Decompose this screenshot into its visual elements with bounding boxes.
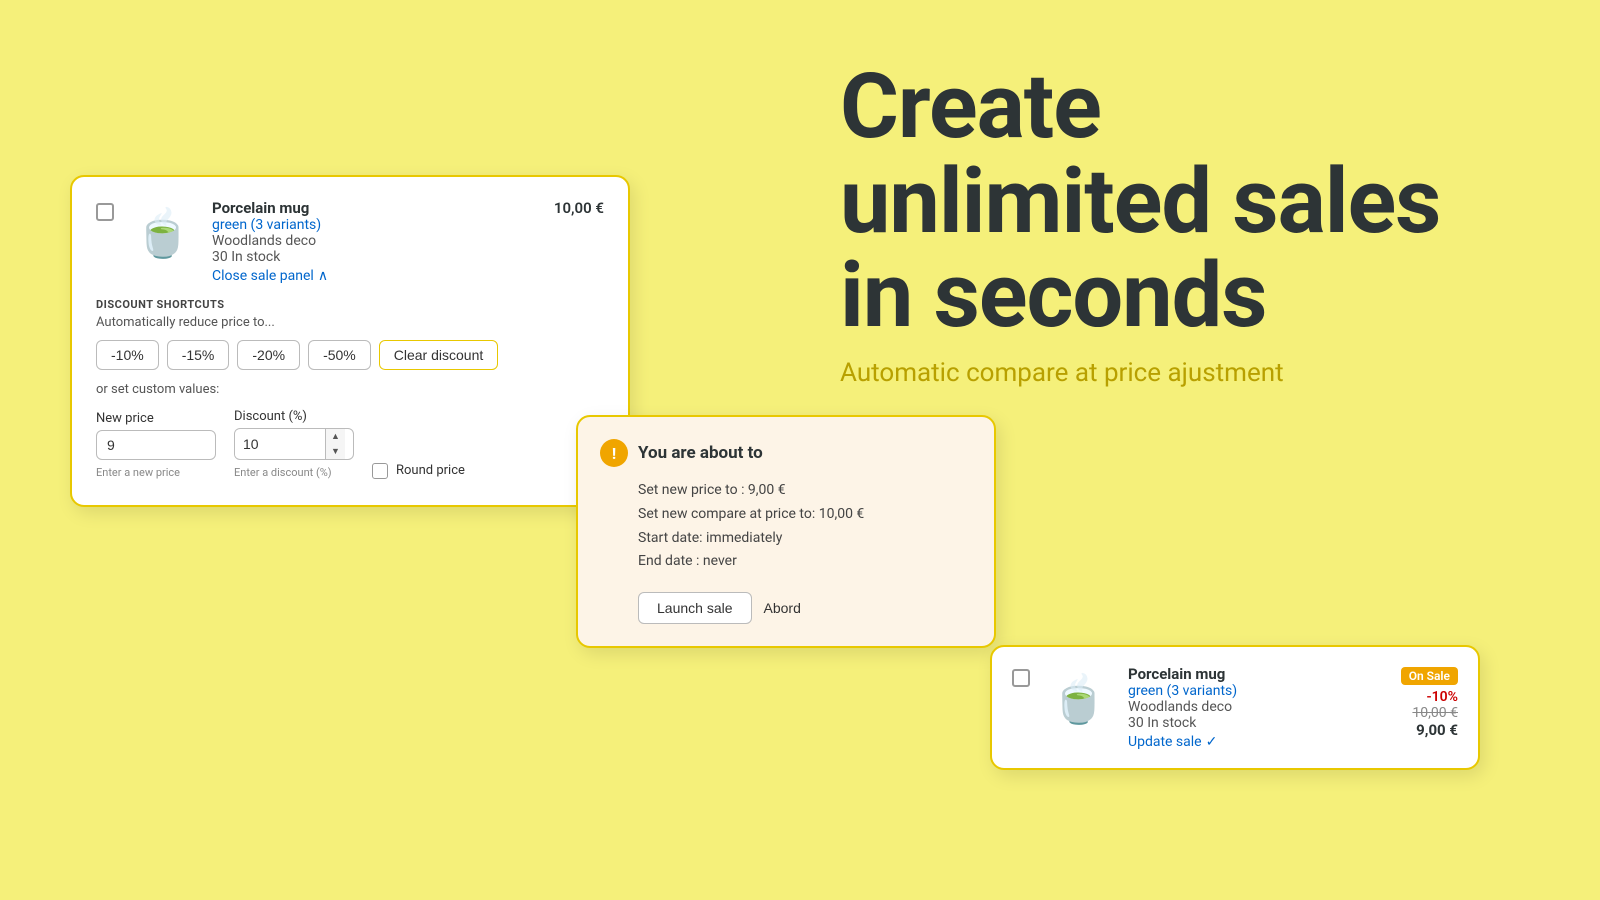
main-product-card: 🍵 Porcelain mug green (3 variants) Woodl… [70,175,630,507]
update-sale-link[interactable]: Update sale ✓ [1128,734,1217,750]
confirmation-card: ! You are about to Set new price to : 9,… [576,415,996,648]
discount-shortcuts-label: DISCOUNT SHORTCUTS [96,298,604,311]
onsale-collection: Woodlands deco [1128,699,1387,715]
close-sale-panel-link[interactable]: Close sale panel ∧ [212,268,328,284]
headline-line2: unlimited sales [840,149,1440,254]
round-price-row: Round price [372,463,465,479]
product-row: 🍵 Porcelain mug green (3 variants) Woodl… [96,199,604,284]
spinner-buttons: ▲ ▼ [325,429,345,459]
round-price-label: Round price [396,463,465,478]
headline-line1: Create [840,54,1101,159]
discount-pct-spinner: ▲ ▼ [234,428,354,460]
onsale-info: Porcelain mug green (3 variants) Woodlan… [1128,665,1387,750]
onsale-product-name: Porcelain mug [1128,665,1387,683]
onsale-row: 🍵 Porcelain mug green (3 variants) Woodl… [1012,665,1458,750]
discount-hint: Enter a discount (%) [234,466,354,479]
confirm-detail-3: Start date: immediately [638,527,968,551]
product-stock: 30 In stock [212,249,540,265]
new-price-input[interactable] [96,430,216,460]
discount-buttons-group: -10% -15% -20% -50% Clear discount [96,340,604,370]
confirm-warning-icon: ! [600,439,628,467]
headline-section: Create unlimited sales in seconds Automa… [840,60,1540,388]
onsale-product-image: 🍵 [1044,665,1114,735]
product-name: Porcelain mug [212,199,540,217]
confirm-detail-4: End date : never [638,550,968,574]
onsale-discount-pct: -10% [1401,689,1458,705]
discount-pct-input[interactable] [235,430,325,458]
spinner-up[interactable]: ▲ [326,429,345,444]
on-sale-badge: On Sale [1401,667,1458,685]
or-custom-text: or set custom values: [96,382,604,397]
onsale-old-price: 10,00 € [1401,705,1458,721]
discount-btn-50[interactable]: -50% [308,340,371,370]
abort-button[interactable]: Abord [764,592,801,624]
headline-title: Create unlimited sales in seconds [840,60,1540,344]
discount-pct-label: Discount (%) [234,409,354,424]
discount-btn-15[interactable]: -15% [167,340,230,370]
confirm-header: ! You are about to [600,439,968,467]
headline-subtitle: Automatic compare at price ajustment [840,358,1540,388]
product-checkbox[interactable] [96,203,114,221]
onsale-card: 🍵 Porcelain mug green (3 variants) Woodl… [990,645,1480,770]
confirm-detail-2: Set new compare at price to: 10,00 € [638,503,968,527]
onsale-pricing: On Sale -10% 10,00 € 9,00 € [1401,665,1458,739]
confirm-actions: Launch sale Abord [600,592,968,624]
onsale-variants[interactable]: green (3 variants) [1128,683,1387,699]
product-info: Porcelain mug green (3 variants) Woodlan… [212,199,540,284]
product-collection: Woodlands deco [212,233,540,249]
product-image: 🍵 [128,199,198,269]
new-price-hint: Enter a new price [96,466,216,479]
new-price-field-group: New price Enter a new price [96,411,216,479]
product-price: 10,00 € [554,199,604,217]
custom-fields-row: New price Enter a new price Discount (%)… [96,409,604,479]
product-variants[interactable]: green (3 variants) [212,217,540,233]
clear-discount-button[interactable]: Clear discount [379,340,499,370]
onsale-stock: 30 In stock [1128,715,1387,731]
confirm-title: You are about to [638,443,763,463]
headline-line3: in seconds [840,243,1267,348]
spinner-down[interactable]: ▼ [326,444,345,459]
round-price-checkbox[interactable] [372,463,388,479]
launch-sale-button[interactable]: Launch sale [638,592,752,624]
discount-btn-20[interactable]: -20% [237,340,300,370]
onsale-new-price: 9,00 € [1401,721,1458,739]
confirm-details: Set new price to : 9,00 € Set new compar… [600,479,968,574]
onsale-checkbox[interactable] [1012,669,1030,687]
confirm-detail-1: Set new price to : 9,00 € [638,479,968,503]
new-price-label: New price [96,411,216,426]
auto-reduce-text: Automatically reduce price to... [96,315,604,330]
discount-pct-field-group: Discount (%) ▲ ▼ Enter a discount (%) [234,409,354,479]
discount-btn-10[interactable]: -10% [96,340,159,370]
